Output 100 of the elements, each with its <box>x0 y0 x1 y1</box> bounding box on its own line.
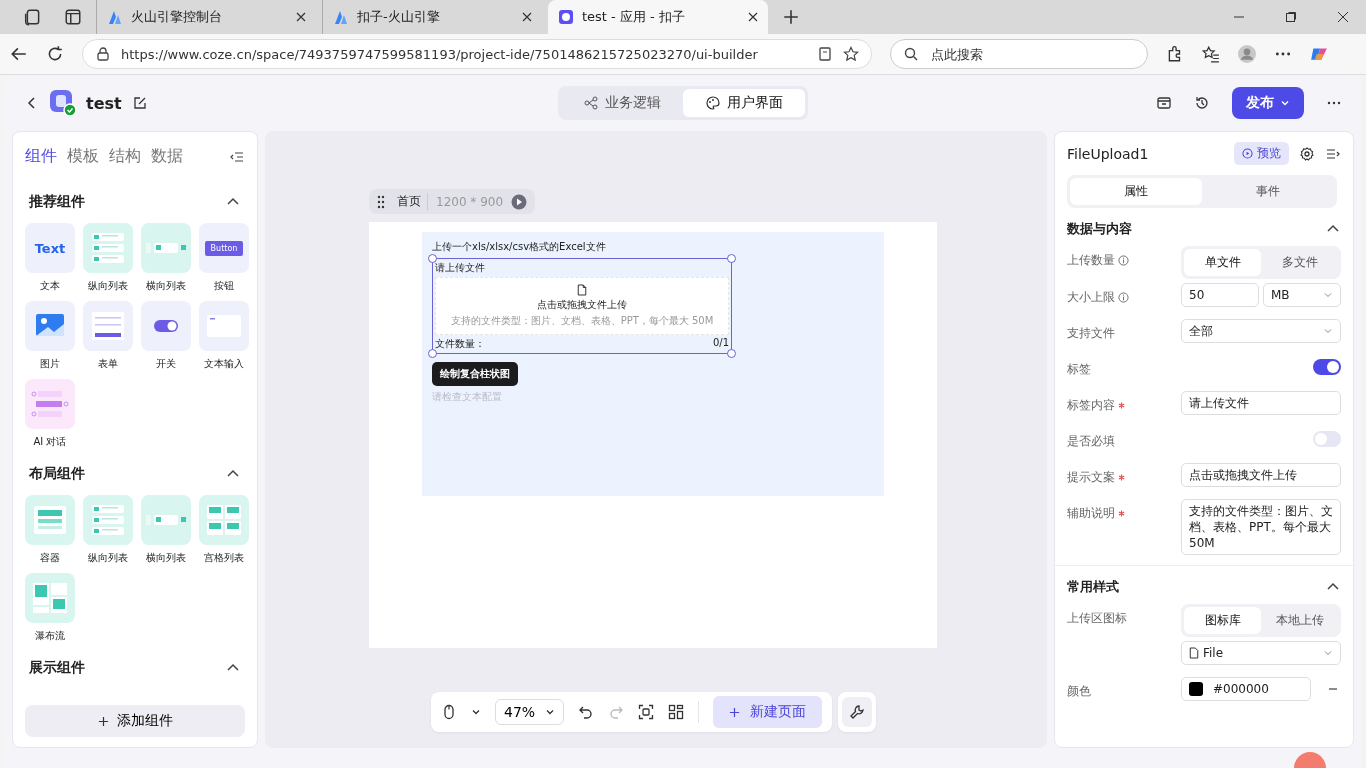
page-name: 首页 <box>397 193 428 210</box>
component-label: 表单 <box>98 357 118 371</box>
properties-tab[interactable]: 属性 <box>1070 178 1202 205</box>
waterfall-icon <box>30 580 70 616</box>
upload-title: 上传一个xls/xlsx/csv格式的Excel文件 <box>432 240 606 254</box>
panel-tab[interactable]: 结构 <box>109 146 141 167</box>
info-icon[interactable] <box>1118 292 1129 303</box>
caret-icon[interactable] <box>471 707 481 717</box>
property-label: 颜色 <box>1067 683 1091 700</box>
component-tile[interactable] <box>83 301 133 351</box>
chart-button[interactable]: 绘制复合柱状图 <box>432 362 518 386</box>
mouse-icon[interactable] <box>441 704 457 720</box>
zoom-select[interactable]: 47% <box>495 699 565 725</box>
component-tile[interactable] <box>25 301 75 351</box>
toggle-switch[interactable] <box>1313 431 1341 447</box>
component-tile[interactable] <box>141 223 191 273</box>
text-field[interactable]: 点击或拖拽文件上传 <box>1181 463 1341 487</box>
resize-handle[interactable] <box>428 349 437 358</box>
drop-zone[interactable]: 点击或拖拽文件上传 支持的文件类型：图片、文档、表格、PPT，每个最大 50M <box>435 277 729 335</box>
segment-option[interactable]: 单文件 <box>1184 249 1261 276</box>
component-tile[interactable] <box>83 495 133 545</box>
component-tile[interactable] <box>141 301 191 351</box>
color-field[interactable]: #000000 <box>1181 677 1311 701</box>
resize-handle[interactable] <box>428 254 437 263</box>
component-tile[interactable] <box>141 495 191 545</box>
close-icon[interactable] <box>1337 11 1349 23</box>
address-bar[interactable]: https://www.coze.cn/space/7493759747599581193/project-ide/7501486215725023270/ui-builder <box>82 39 872 69</box>
panel-tab[interactable]: 组件 <box>25 146 57 167</box>
component-label: 瀑布流 <box>35 629 65 643</box>
star-icon[interactable] <box>843 46 859 62</box>
text-field[interactable]: 请上传文件 <box>1181 391 1341 415</box>
profile-avatar-icon[interactable] <box>1238 45 1256 63</box>
mode-tab[interactable]: 用户界面 <box>683 89 805 117</box>
size-limit-field[interactable]: 50 <box>1181 283 1259 307</box>
toggle-switch[interactable] <box>1313 359 1341 375</box>
component-tile[interactable]: Text <box>25 223 75 273</box>
resize-handle[interactable] <box>727 349 736 358</box>
archive-icon[interactable] <box>1156 95 1172 111</box>
segment-option[interactable]: 本地上传 <box>1261 607 1338 634</box>
required-mark-icon <box>1118 402 1125 409</box>
component-tile[interactable] <box>199 495 249 545</box>
search-field[interactable]: 点此搜索 <box>890 39 1148 69</box>
add-component-button[interactable]: 添加组件 <box>25 705 245 737</box>
property-label: 提示文案 <box>1067 469 1115 486</box>
layout-icon[interactable] <box>668 704 685 720</box>
property-label: 辅助说明 <box>1067 505 1115 522</box>
panel-tab[interactable]: 模板 <box>67 146 99 167</box>
publish-button[interactable]: 发布 <box>1232 87 1304 119</box>
mountain-icon <box>333 9 349 25</box>
mode-tab[interactable]: 业务逻辑 <box>561 89 683 117</box>
component-tile[interactable]: Button <box>199 223 249 273</box>
reload-icon[interactable] <box>46 45 64 63</box>
new-tab-icon[interactable] <box>782 8 800 26</box>
preview-button[interactable]: 预览 <box>1234 142 1289 165</box>
drag-handle-icon[interactable] <box>377 194 385 209</box>
play-icon <box>1242 148 1253 159</box>
component-label: 纵向列表 <box>88 551 128 565</box>
workspaces-icon[interactable] <box>24 8 42 26</box>
close-icon[interactable] <box>748 12 758 22</box>
properties-tab[interactable]: 事件 <box>1202 178 1334 205</box>
component-tile[interactable] <box>25 379 75 429</box>
text-area[interactable]: 支持的文件类型：图片、文档、表格、PPT。每个最大50M <box>1181 499 1341 555</box>
new-page-button[interactable]: 新建页面 <box>713 696 823 728</box>
history-icon[interactable] <box>1194 95 1210 111</box>
unit-select[interactable]: MB <box>1263 283 1341 307</box>
file-count-label: 文件数量： <box>435 337 485 351</box>
required-mark-icon <box>1118 510 1125 517</box>
component-label: 横向列表 <box>146 551 186 565</box>
panel-tab[interactable]: 数据 <box>151 146 183 167</box>
component-label: 容器 <box>40 551 60 565</box>
favorites-icon[interactable] <box>1202 45 1220 63</box>
close-icon[interactable] <box>296 12 306 22</box>
component-tile[interactable] <box>83 223 133 273</box>
caret-icon <box>1323 290 1333 300</box>
page-label[interactable]: 首页 1200 * 900 <box>369 189 536 214</box>
maximize-icon[interactable] <box>1285 11 1297 23</box>
info-icon[interactable] <box>1118 255 1129 266</box>
fit-screen-icon[interactable] <box>638 704 655 720</box>
undo-icon[interactable] <box>578 704 595 720</box>
component-tile[interactable] <box>199 301 249 351</box>
property-label: 标签 <box>1067 361 1091 378</box>
tab-view-icon[interactable] <box>64 8 82 26</box>
tools-button[interactable] <box>842 697 873 727</box>
file-type-select[interactable]: 全部 <box>1181 319 1341 343</box>
segment-option[interactable]: 图标库 <box>1184 607 1261 634</box>
component-label: AI 对话 <box>33 435 67 449</box>
settings-icon[interactable] <box>1299 145 1315 162</box>
component-tile[interactable] <box>25 573 75 623</box>
component-tile[interactable] <box>25 495 75 545</box>
flow-icon <box>583 95 599 111</box>
play-icon[interactable] <box>511 193 528 210</box>
back-arrow-icon[interactable] <box>10 45 28 63</box>
reading-view-icon[interactable] <box>817 46 833 62</box>
segment-option[interactable]: 多文件 <box>1261 249 1338 276</box>
resize-handle[interactable] <box>727 254 736 263</box>
edit-icon[interactable] <box>131 95 148 111</box>
browser-tab[interactable]: test - 应用 - 扣子 <box>548 0 768 34</box>
close-icon[interactable] <box>522 12 532 22</box>
icon-select[interactable]: File <box>1181 641 1341 665</box>
copilot-icon[interactable] <box>1310 45 1328 63</box>
